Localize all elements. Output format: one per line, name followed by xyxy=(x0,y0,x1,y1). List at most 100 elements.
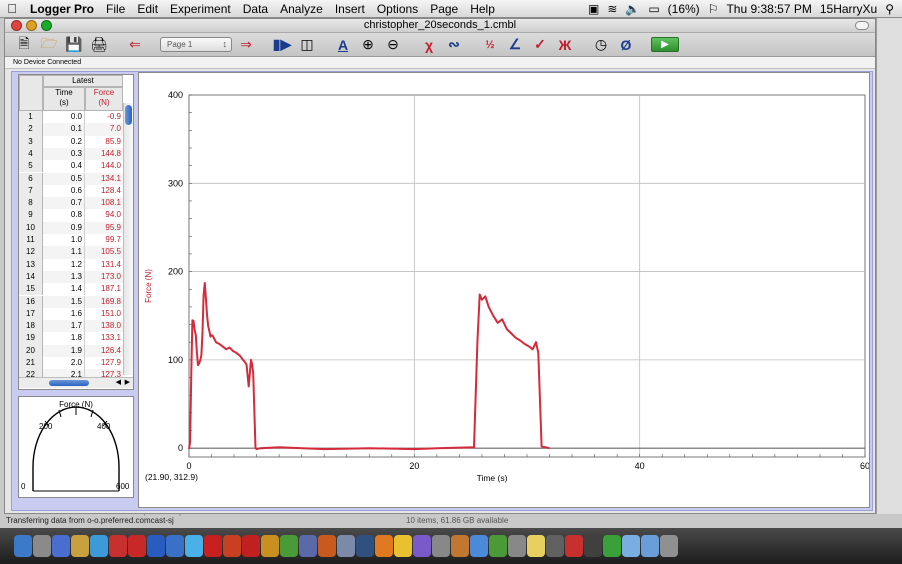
time-cell[interactable]: 0.7 xyxy=(43,197,85,210)
user-menu[interactable]: 15HarryXu xyxy=(820,2,877,16)
force-cell[interactable]: 169.8 xyxy=(85,296,123,308)
volume-icon[interactable]: 🔈 xyxy=(625,2,640,16)
plot-area[interactable] xyxy=(188,94,866,458)
force-cell[interactable]: 144.8 xyxy=(85,148,123,160)
fireworks-icon[interactable] xyxy=(223,535,241,557)
force-cell[interactable]: 108.1 xyxy=(85,197,123,209)
toolbar-toggle-button[interactable] xyxy=(855,21,869,30)
title-bar[interactable]: christopher_20seconds_1.cmbl xyxy=(5,19,875,33)
app3-icon[interactable] xyxy=(546,535,564,557)
time-cell[interactable]: 0.6 xyxy=(43,184,85,198)
battery-icon[interactable]: ▭ xyxy=(648,2,659,16)
chrome-icon[interactable] xyxy=(394,535,412,557)
zoom-button[interactable] xyxy=(41,20,52,31)
statistics-icon[interactable]: ∠ xyxy=(504,35,526,55)
force-meter[interactable]: Force (N) 0 200 400 600 xyxy=(18,396,134,498)
table-row[interactable]: 21 2.0 127.9 xyxy=(19,357,123,370)
zoom-in-icon[interactable]: ⊕ xyxy=(357,35,379,55)
launchpad-icon[interactable] xyxy=(52,535,70,557)
notes-icon[interactable] xyxy=(527,535,545,557)
column-header-force[interactable]: Force (N) xyxy=(85,87,123,111)
open-folder-icon[interactable]: 🗁 xyxy=(38,35,60,55)
graph-canvas[interactable]: 0 20 40 60 0 100 200 300 400 Time (s) Force (N) (21… xyxy=(139,73,869,507)
stopwatch-icon[interactable]: ◷ xyxy=(590,35,612,55)
force-cell[interactable]: 85.9 xyxy=(85,136,123,148)
safari-icon[interactable] xyxy=(90,535,108,557)
time-cell[interactable]: 0.5 xyxy=(43,172,85,185)
time-cell[interactable]: 1.6 xyxy=(43,307,85,321)
minimize-button[interactable] xyxy=(26,20,37,31)
time-cell[interactable]: 1.2 xyxy=(43,258,85,271)
time-cell[interactable]: 2.1 xyxy=(43,369,85,377)
dashboard-icon[interactable] xyxy=(603,535,621,557)
time-cell[interactable]: 1.4 xyxy=(43,283,85,296)
time-cell[interactable]: 1.1 xyxy=(43,246,85,259)
time-cell[interactable]: 1.3 xyxy=(43,270,85,284)
force-cell[interactable]: 99.7 xyxy=(85,234,123,246)
autoscale-icon[interactable]: A xyxy=(332,35,354,55)
examine-icon[interactable]: χ xyxy=(418,35,440,55)
data-browser-icon[interactable]: ▮▶ xyxy=(271,35,293,55)
trash-icon[interactable] xyxy=(660,535,678,557)
time-cell[interactable]: 1.5 xyxy=(43,295,85,308)
menu-help[interactable]: Help xyxy=(464,2,501,16)
utility-icon[interactable] xyxy=(71,535,89,557)
table-row[interactable]: 11 1.0 99.7 xyxy=(19,234,123,247)
wifi-icon[interactable]: ≋ xyxy=(607,2,617,16)
column-header-time[interactable]: Time (s) xyxy=(43,87,85,111)
print-icon[interactable]: 🖨 xyxy=(88,35,110,55)
table-row[interactable]: 5 0.4 144.0 xyxy=(19,160,123,173)
menu-page[interactable]: Page xyxy=(424,2,464,16)
table-row[interactable]: 22 2.1 127.3 xyxy=(19,369,123,377)
back-icon[interactable]: ⇐ xyxy=(124,35,146,55)
table-row[interactable]: 12 1.1 105.5 xyxy=(19,246,123,259)
page-selector[interactable]: Page 1 xyxy=(160,37,232,52)
lab-quest-icon[interactable]: ◫ xyxy=(296,35,318,55)
close-button[interactable] xyxy=(11,20,22,31)
force-cell[interactable]: 187.1 xyxy=(85,283,123,295)
two-icon[interactable] xyxy=(147,535,165,557)
app2-icon[interactable] xyxy=(508,535,526,557)
menu-data[interactable]: Data xyxy=(237,2,274,16)
table-row[interactable]: 10 0.9 95.9 xyxy=(19,221,123,234)
scroll-thumb[interactable] xyxy=(125,105,132,125)
time-cell[interactable]: 0.0 xyxy=(43,111,85,124)
table-row[interactable]: 9 0.8 94.0 xyxy=(19,209,123,222)
table-row[interactable]: 6 0.5 134.1 xyxy=(19,172,123,185)
force-cell[interactable]: -0.9 xyxy=(85,111,123,123)
preview-icon[interactable] xyxy=(337,535,355,557)
table-row[interactable]: 3 0.2 85.9 xyxy=(19,135,123,148)
table-row[interactable]: 14 1.3 173.0 xyxy=(19,270,123,284)
table-row[interactable]: 8 0.7 108.1 xyxy=(19,197,123,210)
itunes-icon[interactable] xyxy=(413,535,431,557)
save-icon[interactable]: 💾 xyxy=(63,35,85,55)
force-cell[interactable]: 131.4 xyxy=(85,259,123,271)
flash-icon[interactable] xyxy=(242,535,260,557)
table-row[interactable]: 4 0.3 144.8 xyxy=(19,147,123,161)
fw-icon[interactable] xyxy=(261,535,279,557)
data-table[interactable]: Latest Time (s) Force (N) 1 0.0 -0.9 2 0.1 7.… xyxy=(18,74,134,390)
curve-fit-icon[interactable]: Ж xyxy=(554,35,576,55)
dreamweaver-icon[interactable] xyxy=(280,535,298,557)
table-row[interactable]: 13 1.2 131.4 xyxy=(19,258,123,271)
table-row[interactable]: 2 0.1 7.0 xyxy=(19,123,123,136)
time-cell[interactable]: 1.9 xyxy=(43,344,85,357)
menu-analyze[interactable]: Analyze xyxy=(274,2,329,16)
table-horizontal-scrollbar[interactable]: ◀ ▶ xyxy=(19,377,133,388)
garageband-icon[interactable] xyxy=(451,535,469,557)
menu-edit[interactable]: Edit xyxy=(131,2,164,16)
time-cell[interactable]: 2.0 xyxy=(43,357,85,370)
scroll-left-icon[interactable]: ◀ xyxy=(116,378,121,386)
firefox-icon[interactable] xyxy=(375,535,393,557)
flag-icon[interactable]: ⚐ xyxy=(708,2,719,16)
time-cell[interactable]: 1.8 xyxy=(43,332,85,345)
force-cell[interactable]: 138.0 xyxy=(85,320,123,332)
table-row[interactable]: 7 0.6 128.4 xyxy=(19,184,123,198)
force-cell[interactable]: 133.1 xyxy=(85,332,123,344)
table-row[interactable]: 18 1.7 138.0 xyxy=(19,320,123,333)
app-icon[interactable] xyxy=(356,535,374,557)
app-menu[interactable]: Logger Pro xyxy=(24,2,100,16)
system-prefs-icon[interactable] xyxy=(33,535,51,557)
screen-icon[interactable]: ▣ xyxy=(588,2,599,16)
next-page-icon[interactable]: ⇒ xyxy=(235,35,257,55)
